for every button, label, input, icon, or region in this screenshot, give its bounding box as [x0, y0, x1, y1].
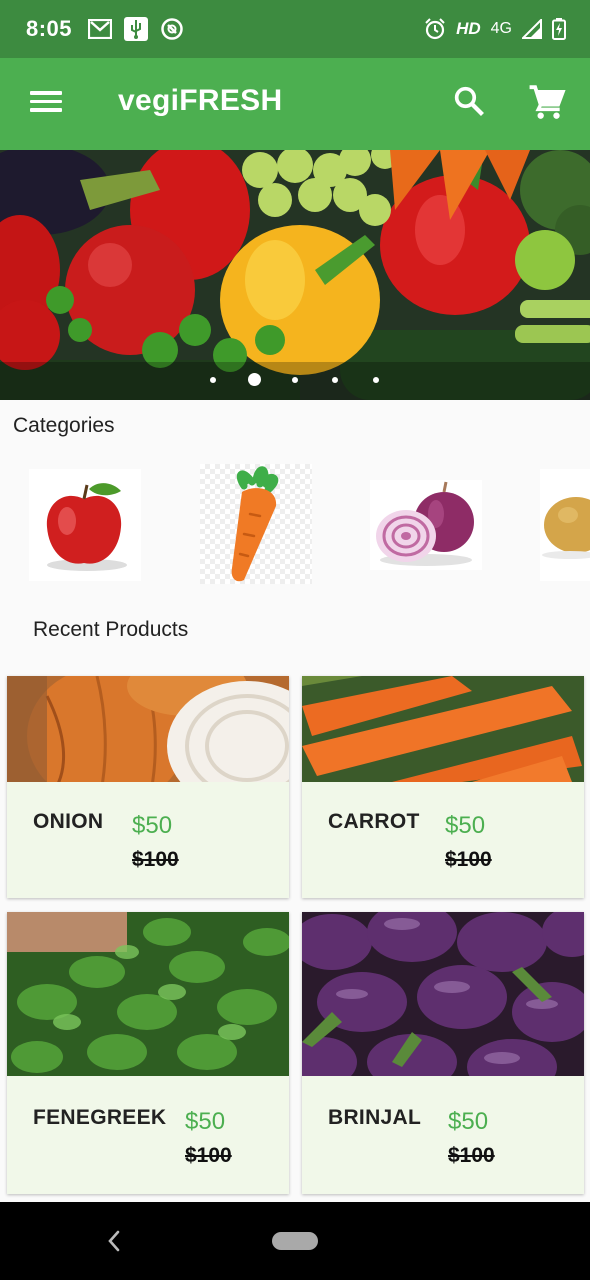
- banner-dot[interactable]: [373, 377, 379, 383]
- brinjal-photo-icon: [302, 912, 584, 1076]
- banner-dot[interactable]: [332, 377, 338, 383]
- status-system-icons: HD 4G: [424, 18, 566, 40]
- fenegreek-photo-icon: [7, 912, 289, 1076]
- category-carrot[interactable]: [200, 464, 312, 584]
- product-name: CARROT: [328, 810, 420, 833]
- vegetables-banner-image: [0, 150, 590, 400]
- product-old-price: $100: [185, 1144, 232, 1167]
- product-price: $50: [185, 1108, 226, 1135]
- signal-icon: [522, 19, 542, 39]
- product-old-price: $100: [448, 1144, 495, 1167]
- onion-icon: [376, 481, 474, 566]
- network-label: 4G: [490, 20, 512, 37]
- banner-dot[interactable]: [210, 377, 216, 383]
- categories-heading: Categories: [13, 414, 115, 437]
- back-icon: [108, 1230, 120, 1252]
- product-old-price: $100: [445, 848, 492, 871]
- back-button[interactable]: [100, 1226, 128, 1256]
- product-price: $50: [448, 1108, 489, 1135]
- menu-button[interactable]: [28, 86, 64, 122]
- usb-icon: [124, 17, 149, 41]
- recent-products-heading: Recent Products: [33, 618, 189, 641]
- category-potato[interactable]: [540, 469, 590, 581]
- search-button[interactable]: [452, 84, 492, 124]
- banner-dot-active[interactable]: [248, 373, 261, 386]
- product-image-brinjal: [302, 912, 584, 1076]
- menu-icon: [28, 91, 64, 112]
- gmail-icon: [88, 19, 113, 39]
- battery-charging-icon: [552, 18, 566, 40]
- category-onion[interactable]: [370, 480, 482, 570]
- status-notification-icons: [88, 17, 184, 41]
- product-card-onion[interactable]: ONION $50 $100: [7, 676, 289, 898]
- data-saver-icon: [161, 18, 183, 40]
- alarm-icon: [425, 18, 445, 40]
- product-image-carrot: [302, 676, 584, 782]
- status-time: 8:05: [26, 16, 73, 41]
- product-price: $50: [445, 812, 486, 839]
- apple-icon: [46, 483, 127, 571]
- product-price: $50: [132, 812, 173, 839]
- product-name: FENEGREEK: [33, 1106, 167, 1129]
- potato-icon: [542, 497, 590, 559]
- product-name: ONION: [33, 810, 104, 833]
- product-old-price: $100: [132, 848, 179, 871]
- product-card-carrot[interactable]: CARROT $50 $100: [302, 676, 584, 898]
- hd-label: HD: [456, 19, 481, 38]
- cart-icon: [529, 85, 566, 119]
- banner-pagination: [0, 370, 590, 390]
- carrot-icon: [231, 466, 279, 582]
- onion-photo-icon: [7, 676, 289, 782]
- product-image-fenegreek: [7, 912, 289, 1076]
- product-image-onion: [7, 676, 289, 782]
- home-pill-icon[interactable]: [272, 1232, 318, 1250]
- product-card-fenegreek[interactable]: FENEGREEK $50 $100: [7, 912, 289, 1194]
- app-title: vegiFRESH: [118, 84, 283, 117]
- product-name: BRINJAL: [328, 1106, 422, 1129]
- banner-dot[interactable]: [292, 377, 298, 383]
- vegetables-banner[interactable]: [0, 150, 590, 400]
- carrot-photo-icon: [302, 676, 584, 782]
- app-bar: vegiFRESH: [0, 58, 590, 150]
- product-card-brinjal[interactable]: BRINJAL $50 $100: [302, 912, 584, 1194]
- category-apple[interactable]: [29, 469, 141, 581]
- cart-button[interactable]: [528, 84, 572, 124]
- search-icon: [454, 86, 484, 116]
- system-nav-bar: [0, 1202, 590, 1280]
- status-bar: 8:05 HD 4G: [0, 0, 590, 58]
